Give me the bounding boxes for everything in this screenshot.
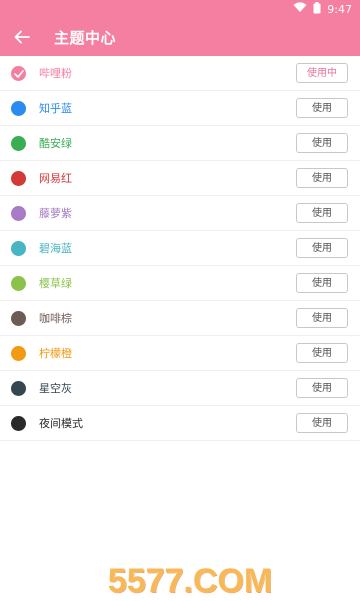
use-theme-button[interactable]: 使用 [296,308,348,328]
app-bar: 主题中心 [0,18,360,56]
wifi-icon [293,2,307,16]
back-arrow-icon[interactable] [10,25,34,49]
theme-name: 藤萝紫 [39,207,72,220]
theme-color-swatch [11,416,26,431]
theme-row[interactable]: 酷安绿 使用 [0,126,360,161]
theme-color-swatch [11,276,26,291]
theme-row[interactable]: 哔哩粉 使用中 [0,56,360,91]
theme-name: 夜间模式 [39,417,83,430]
use-theme-button[interactable]: 使用 [296,273,348,293]
page-title: 主题中心 [54,29,117,47]
theme-color-swatch [11,346,26,361]
theme-color-swatch [11,206,26,221]
status-time: 9:47 [327,2,352,16]
theme-name: 碧海蓝 [39,242,72,255]
theme-row[interactable]: 咖啡棕 使用 [0,301,360,336]
theme-color-swatch [11,171,26,186]
use-theme-button[interactable]: 使用 [296,238,348,258]
theme-color-swatch [11,101,26,116]
theme-list: 哔哩粉 使用中 知乎蓝 使用 酷安绿 使用 网易红 使用 藤萝紫 使用 碧海蓝 使用 樱草绿 使用 咖啡棕使… [0,56,360,441]
theme-name: 网易红 [39,172,72,185]
use-theme-button[interactable]: 使用 [296,203,348,223]
use-theme-button[interactable]: 使用 [296,168,348,188]
use-theme-button[interactable]: 使用 [296,378,348,398]
theme-row[interactable]: 星空灰 使用 [0,371,360,406]
theme-color-swatch [11,381,26,396]
theme-color-swatch [11,241,26,256]
theme-name: 哔哩粉 [39,67,72,80]
theme-row[interactable]: 柠檬橙 使用 [0,336,360,371]
theme-name: 柠檬橙 [39,347,72,360]
status-bar: 9:47 [0,0,360,18]
watermark-logo: 5577.COM [107,561,273,600]
theme-name: 知乎蓝 [39,102,72,115]
in-use-button[interactable]: 使用中 [296,63,348,83]
theme-row[interactable]: 藤萝紫 使用 [0,196,360,231]
theme-row[interactable]: 碧海蓝 使用 [0,231,360,266]
theme-name: 樱草绿 [39,277,72,290]
battery-icon [313,1,321,17]
use-theme-button[interactable]: 使用 [296,98,348,118]
use-theme-button[interactable]: 使用 [296,343,348,363]
theme-name: 酷安绿 [39,137,72,150]
theme-color-swatch [11,311,26,326]
theme-name: 咖啡棕 [39,312,72,325]
theme-row[interactable]: 樱草绿 使用 [0,266,360,301]
theme-row[interactable]: 夜间模式 使用 [0,406,360,441]
theme-name: 星空灰 [39,382,72,395]
use-theme-button[interactable]: 使用 [296,413,348,433]
theme-row[interactable]: 网易红 使用 [0,161,360,196]
use-theme-button[interactable]: 使用 [296,133,348,153]
theme-color-swatch [11,136,26,151]
check-circle-icon [11,66,26,81]
theme-row[interactable]: 知乎蓝 使用 [0,91,360,126]
